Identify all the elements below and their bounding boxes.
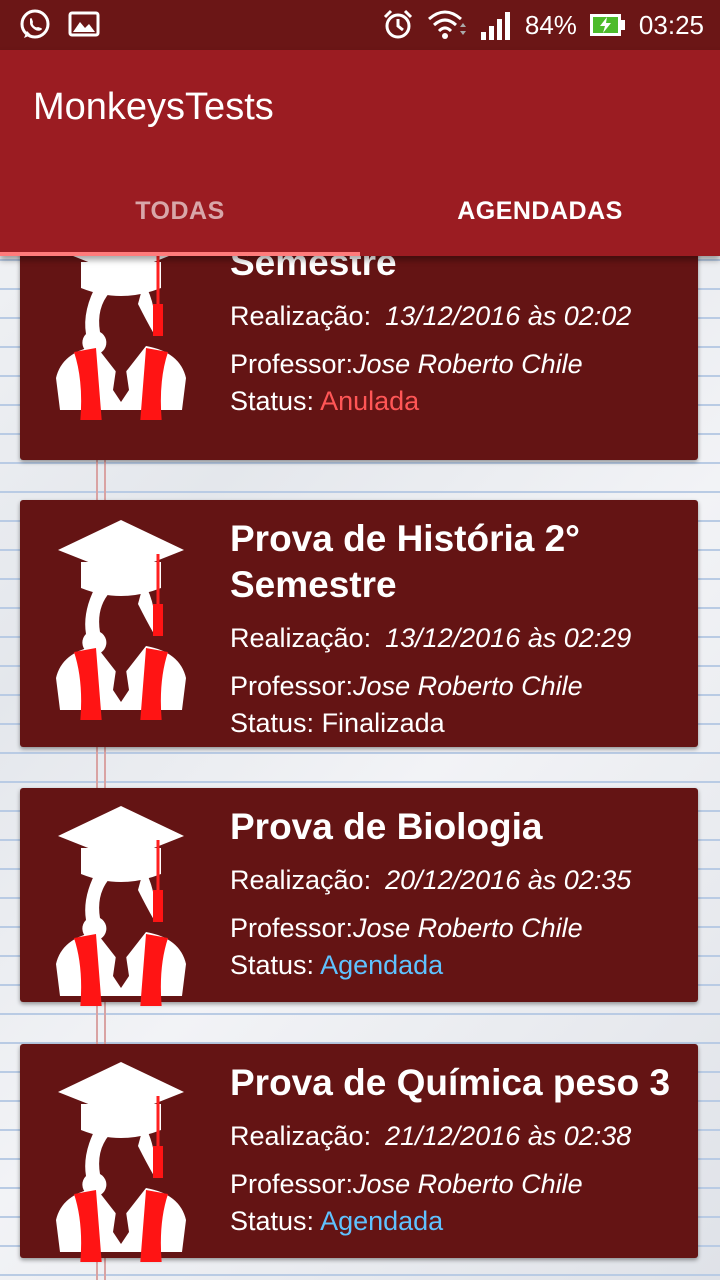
status-row: Status: Agendada: [230, 1202, 688, 1240]
test-title: Prova de Química peso 3: [230, 1062, 671, 1103]
test-card[interactable]: Prova de Biologia Realização: 20/12/2016 …: [20, 788, 698, 1010]
status-label: Status:: [230, 1206, 315, 1236]
tab-agendadas[interactable]: AGENDADAS: [360, 166, 720, 256]
test-date: 21/12/2016 às 02:38: [385, 1121, 632, 1151]
professor-name: Jose Roberto Chile: [353, 913, 583, 943]
graduate-icon: [56, 256, 186, 424]
graduate-icon: [56, 806, 186, 1010]
status-row: Status: Anulada: [230, 382, 688, 420]
test-title: Prova de História 2° Semestre: [230, 256, 397, 283]
status-row: Status: Agendada: [230, 946, 688, 984]
realizacao-row: Realização: 21/12/2016 às 02:38: [230, 1118, 688, 1154]
status-label: Status:: [230, 386, 315, 416]
professor-label: Professor:: [230, 913, 354, 943]
status-value: Agendada: [320, 950, 444, 980]
app-bar: MonkeysTests TODAS AGENDADAS: [0, 50, 720, 256]
card-body: Prova de Biologia Realização: 20/12/2016 …: [230, 804, 688, 984]
tab-indicator: [0, 252, 360, 256]
realizacao-label: Realização:: [230, 301, 372, 331]
alarm-icon: [381, 8, 415, 42]
gallery-icon: [68, 8, 100, 42]
graduate-icon: [56, 1062, 186, 1266]
professor-name: Jose Roberto Chile: [353, 1169, 583, 1199]
test-title: Prova de Biologia: [230, 806, 543, 847]
professor-name: Jose Roberto Chile: [353, 349, 583, 379]
graduate-icon: [56, 520, 186, 724]
status-bar: 84% 03:25: [0, 0, 720, 50]
card-body: Prova de História 2° Semestre Realização…: [230, 516, 688, 742]
signal-icon: [479, 10, 513, 40]
wifi-icon: [427, 9, 467, 41]
test-card[interactable]: Prova de História 2° Semestre Realização…: [20, 500, 698, 747]
professor-label: Professor:: [230, 1169, 354, 1199]
realizacao-label: Realização:: [230, 623, 372, 653]
test-title: Prova de História 2° Semestre: [230, 518, 580, 605]
professor-name: Jose Roberto Chile: [353, 671, 583, 701]
professor-row: Professor:Jose Roberto Chile: [230, 1166, 688, 1202]
professor-label: Professor:: [230, 349, 354, 379]
status-row: Status: Finalizada: [230, 704, 688, 742]
status-value: Anulada: [320, 386, 420, 416]
realizacao-label: Realização:: [230, 865, 372, 895]
professor-row: Professor:Jose Roberto Chile: [230, 346, 688, 382]
professor-row: Professor:Jose Roberto Chile: [230, 910, 688, 946]
clock: 03:25: [638, 9, 704, 40]
status-value: Finalizada: [321, 708, 445, 738]
test-date: 13/12/2016 às 02:02: [385, 301, 632, 331]
realizacao-row: Realização: 13/12/2016 às 02:02: [230, 298, 688, 334]
realizacao-label: Realização:: [230, 1121, 372, 1151]
tab-bar: TODAS AGENDADAS: [0, 166, 720, 256]
test-date: 13/12/2016 às 02:29: [385, 623, 632, 653]
professor-label: Professor:: [230, 671, 354, 701]
battery-charging-icon: [589, 12, 627, 38]
test-card[interactable]: Prova de Química peso 3 Realização: 21/12…: [20, 1044, 698, 1266]
status-label: Status:: [230, 950, 315, 980]
professor-row: Professor:Jose Roberto Chile: [230, 668, 688, 704]
realizacao-row: Realização: 20/12/2016 às 02:35: [230, 862, 688, 898]
app-title: MonkeysTests: [33, 86, 274, 128]
whatsapp-icon: [18, 8, 52, 42]
test-list[interactable]: Prova de História 2° Semestre Realização…: [0, 256, 720, 1280]
battery-percent: 84%: [524, 9, 577, 40]
tab-todas[interactable]: TODAS: [0, 166, 360, 256]
status-value: Agendada: [320, 1206, 444, 1236]
card-body: Prova de História 2° Semestre Realização…: [230, 256, 688, 420]
status-label: Status:: [230, 708, 315, 738]
realizacao-row: Realização: 13/12/2016 às 02:29: [230, 620, 688, 656]
test-card[interactable]: Prova de História 2° Semestre Realização…: [20, 256, 698, 460]
card-body: Prova de Química peso 3 Realização: 21/12…: [230, 1060, 688, 1240]
test-date: 20/12/2016 às 02:35: [385, 865, 632, 895]
